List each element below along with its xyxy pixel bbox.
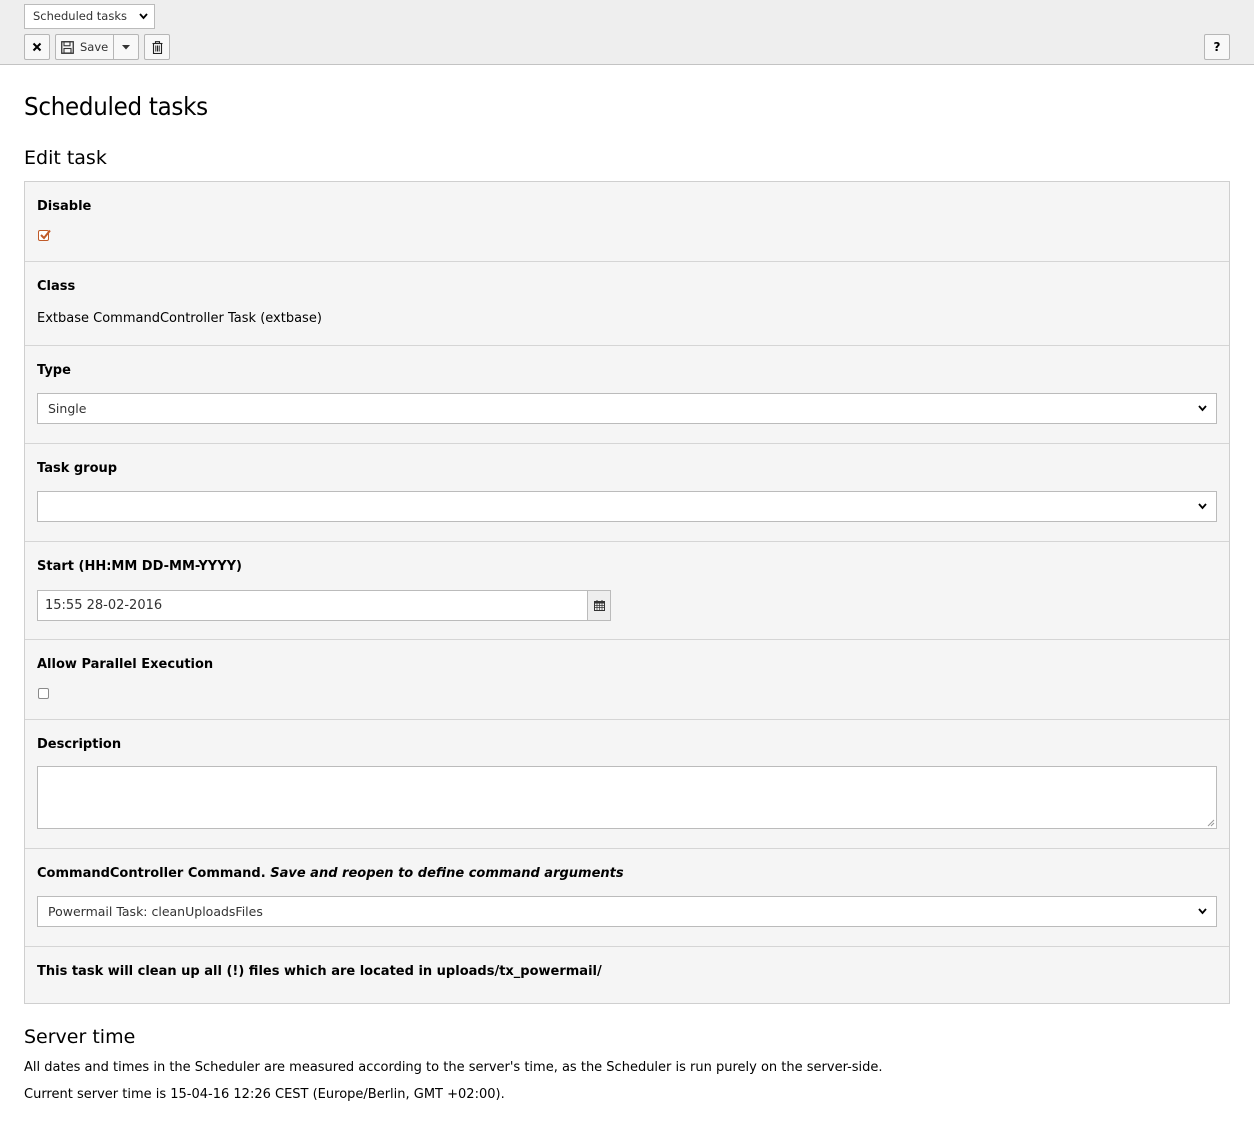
chevron-down-icon bbox=[1198, 492, 1207, 532]
disable-checkbox[interactable] bbox=[38, 229, 51, 241]
trash-icon bbox=[152, 40, 163, 54]
datepicker-button[interactable] bbox=[587, 590, 611, 621]
class-row: Class Extbase CommandController Task (ex… bbox=[25, 262, 1229, 346]
save-button[interactable]: Save bbox=[55, 34, 114, 60]
page-title: Scheduled tasks bbox=[24, 92, 208, 121]
parallel-label: Allow Parallel Execution bbox=[37, 657, 214, 672]
chevron-down-icon bbox=[139, 5, 148, 36]
parallel-checkbox[interactable] bbox=[38, 688, 49, 699]
start-label: Start (HH:MM DD-MM-YYYY) bbox=[37, 559, 242, 574]
task-info-text: This task will clean up all (!) files wh… bbox=[37, 964, 602, 979]
class-value: Extbase CommandController Task (extbase) bbox=[37, 311, 322, 326]
command-row: CommandController Command. Save and reop… bbox=[25, 849, 1229, 947]
description-row: Description bbox=[25, 720, 1229, 849]
type-row: Type Single bbox=[25, 346, 1229, 444]
save-options-dropdown-button[interactable] bbox=[113, 34, 139, 60]
chevron-down-icon bbox=[1198, 394, 1207, 434]
parallel-row: Allow Parallel Execution bbox=[25, 640, 1229, 720]
section-title: Edit task bbox=[24, 147, 107, 169]
module-function-select[interactable]: Scheduled tasks bbox=[24, 4, 155, 29]
help-button[interactable]: ? bbox=[1204, 34, 1230, 60]
save-icon bbox=[61, 40, 74, 54]
task-group-row: Task group bbox=[25, 444, 1229, 542]
command-label-text: CommandController Command. bbox=[37, 866, 266, 881]
help-icon: ? bbox=[1213, 40, 1221, 54]
resize-grip-icon[interactable] bbox=[1207, 819, 1215, 827]
disable-label: Disable bbox=[37, 199, 92, 214]
type-select[interactable]: Single bbox=[37, 393, 1217, 424]
command-label-hint: Save and reopen to define command argume… bbox=[270, 866, 624, 881]
checkmark-icon bbox=[40, 229, 51, 240]
module-docheader: Scheduled tasks Save ? bbox=[0, 0, 1254, 65]
close-button[interactable] bbox=[24, 34, 50, 60]
type-select-value: Single bbox=[48, 401, 87, 416]
task-info-row: This task will clean up all (!) files wh… bbox=[25, 947, 1229, 1003]
save-button-label: Save bbox=[80, 40, 109, 54]
task-group-select[interactable] bbox=[37, 491, 1217, 522]
module-function-select-value: Scheduled tasks bbox=[33, 9, 127, 23]
caret-down-icon bbox=[122, 44, 130, 50]
disable-row: Disable bbox=[25, 182, 1229, 262]
start-datetime-input[interactable]: 15:55 28-02-2016 bbox=[37, 590, 588, 621]
server-time-title: Server time bbox=[24, 1026, 136, 1048]
description-label: Description bbox=[37, 737, 122, 752]
start-row: Start (HH:MM DD-MM-YYYY) 15:55 28-02-201… bbox=[25, 542, 1229, 640]
calendar-icon bbox=[593, 600, 605, 611]
command-select-value: Powermail Task: cleanUploadsFiles bbox=[48, 904, 263, 919]
command-select[interactable]: Powermail Task: cleanUploadsFiles bbox=[37, 896, 1217, 927]
task-group-label: Task group bbox=[37, 461, 118, 476]
delete-button[interactable] bbox=[144, 34, 170, 60]
server-time-description: All dates and times in the Scheduler are… bbox=[24, 1060, 883, 1075]
close-icon bbox=[32, 42, 42, 52]
task-form-panel: Disable Class Extbase CommandController … bbox=[24, 181, 1230, 1004]
current-server-time: Current server time is 15-04-16 12:26 CE… bbox=[24, 1087, 505, 1102]
description-textarea[interactable] bbox=[37, 766, 1217, 829]
class-label: Class bbox=[37, 279, 76, 294]
chevron-down-icon bbox=[1198, 897, 1207, 937]
command-label: CommandController Command. Save and reop… bbox=[37, 866, 624, 881]
type-label: Type bbox=[37, 363, 71, 378]
